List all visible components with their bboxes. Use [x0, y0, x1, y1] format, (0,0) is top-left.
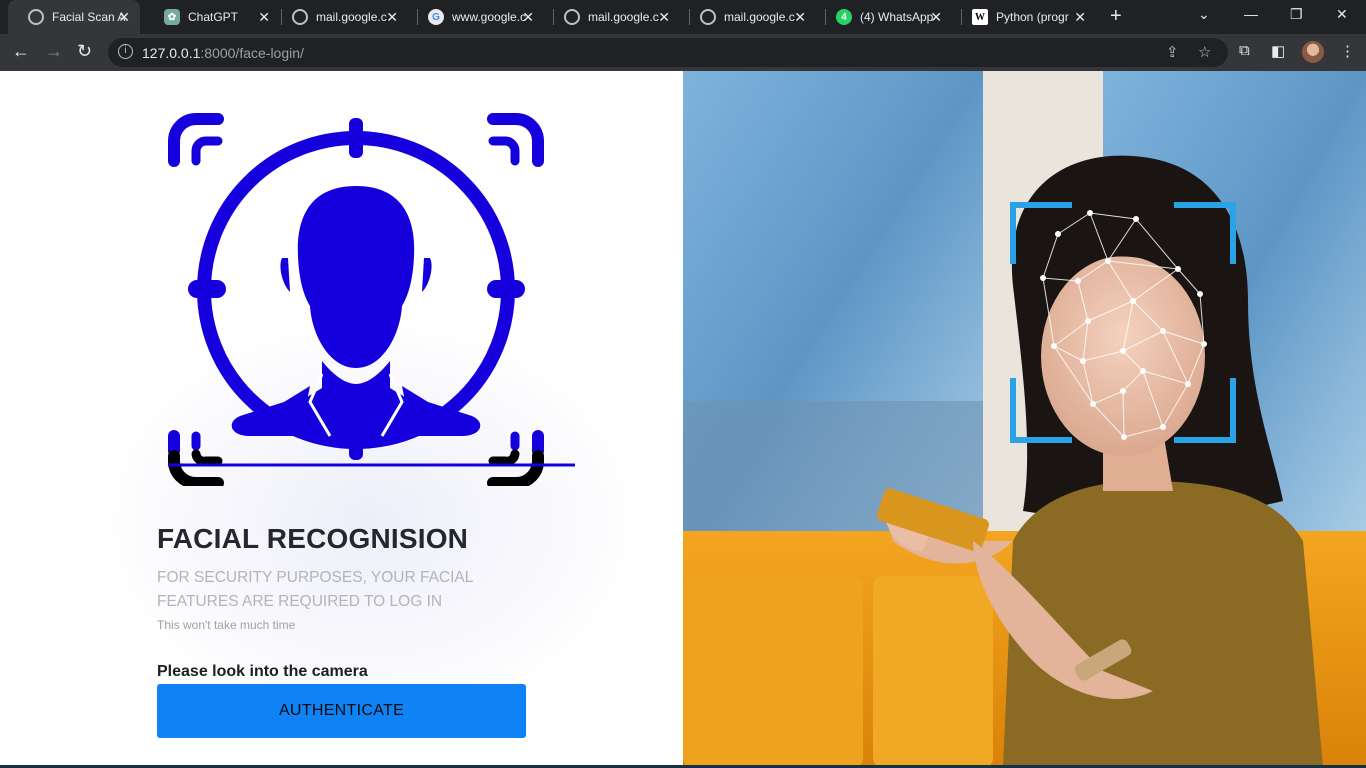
tab-title: Python (progr	[996, 10, 1069, 24]
profile-avatar[interactable]	[1302, 41, 1324, 63]
reload-icon[interactable]: ↻	[77, 41, 92, 62]
url-text[interactable]: 127.0.0.1:8000/face-login/	[142, 45, 304, 61]
site-info-icon[interactable]: i	[118, 44, 133, 59]
face-scan-icon	[168, 113, 575, 486]
tab-title: mail.google.c	[316, 10, 387, 24]
extensions-puzzle-icon[interactable]: ⧉	[1239, 42, 1250, 59]
close-tab-icon[interactable]: ✕	[118, 9, 130, 26]
close-tab-icon[interactable]: ✕	[930, 9, 942, 26]
menu-kebab-icon[interactable]: ⋮	[1340, 42, 1355, 60]
tab-title: mail.google.c	[588, 10, 659, 24]
wikipedia-icon: W	[972, 9, 988, 25]
tab-strip: Facial Scan Au ✕ ✿ ChatGPT ✕ mail.google…	[0, 0, 1366, 34]
url-path: :8000/face-login/	[200, 45, 304, 61]
tab-title: (4) WhatsApp	[860, 10, 934, 24]
google-icon: G	[428, 9, 444, 25]
share-icon[interactable]: ⇪	[1166, 43, 1179, 61]
globe-icon	[564, 9, 580, 25]
tab-title: mail.google.c	[724, 10, 795, 24]
close-tab-icon[interactable]: ✕	[522, 9, 534, 26]
tab-whatsapp[interactable]: 4 (4) WhatsApp ✕	[816, 0, 952, 34]
bookmark-star-icon[interactable]: ☆	[1198, 43, 1211, 61]
tab-facial-scan[interactable]: Facial Scan Au ✕	[8, 0, 140, 34]
camera-prompt: Please look into the camera	[157, 663, 368, 680]
globe-icon	[28, 9, 44, 25]
close-tab-icon[interactable]: ✕	[258, 9, 270, 26]
tab-chatgpt[interactable]: ✿ ChatGPT ✕	[144, 0, 280, 34]
tab-google[interactable]: G www.google.c ✕	[408, 0, 544, 34]
tab-mail-3[interactable]: mail.google.c ✕	[680, 0, 816, 34]
person-silhouette-icon	[231, 186, 481, 436]
forward-arrow-icon[interactable]: →	[45, 41, 63, 62]
tab-title: Facial Scan Au	[52, 10, 126, 24]
page-subtitle: FOR SECURITY PURPOSES, YOUR FACIAL FEATU…	[157, 569, 473, 610]
minimize-icon[interactable]: —	[1244, 6, 1258, 22]
tab-search-chevron-icon[interactable]: ⌄	[1198, 6, 1210, 23]
authenticate-button[interactable]: AUTHENTICATE	[157, 684, 526, 738]
page-title: FACIAL RECOGNISION	[157, 523, 469, 554]
page: FACIAL RECOGNISION FOR SECURITY PURPOSES…	[0, 71, 1366, 768]
browser-toolbar: ← → ↻ i 127.0.0.1:8000/face-login/ ⇪ ☆ ⧉…	[0, 34, 1366, 71]
globe-icon	[700, 9, 716, 25]
close-tab-icon[interactable]: ✕	[658, 9, 670, 26]
whatsapp-icon: 4	[836, 9, 852, 25]
tab-title: ChatGPT	[188, 10, 239, 24]
back-arrow-icon[interactable]: ←	[12, 41, 30, 62]
restore-icon[interactable]: ❐	[1290, 6, 1303, 23]
tab-title: www.google.c	[452, 10, 526, 24]
close-window-icon[interactable]: ✕	[1336, 6, 1348, 23]
address-bar[interactable]: i 127.0.0.1:8000/face-login/ ⇪ ☆	[108, 38, 1228, 67]
close-tab-icon[interactable]: ✕	[386, 9, 398, 26]
chatgpt-icon: ✿	[164, 9, 180, 25]
login-panel: FACIAL RECOGNISION FOR SECURITY PURPOSES…	[0, 71, 683, 768]
close-tab-icon[interactable]: ✕	[1074, 9, 1086, 26]
hero-photo	[683, 71, 1366, 768]
new-tab-icon[interactable]: +	[1110, 5, 1122, 28]
globe-icon	[292, 9, 308, 25]
side-panel-icon[interactable]: ◧	[1271, 42, 1285, 60]
tab-python-wiki[interactable]: W Python (progr ✕	[952, 0, 1096, 34]
tab-mail-1[interactable]: mail.google.c ✕	[272, 0, 408, 34]
time-note: This won't take much time	[157, 618, 296, 632]
url-host: 127.0.0.1	[142, 45, 201, 61]
close-tab-icon[interactable]: ✕	[794, 9, 806, 26]
tab-mail-2[interactable]: mail.google.c ✕	[544, 0, 680, 34]
